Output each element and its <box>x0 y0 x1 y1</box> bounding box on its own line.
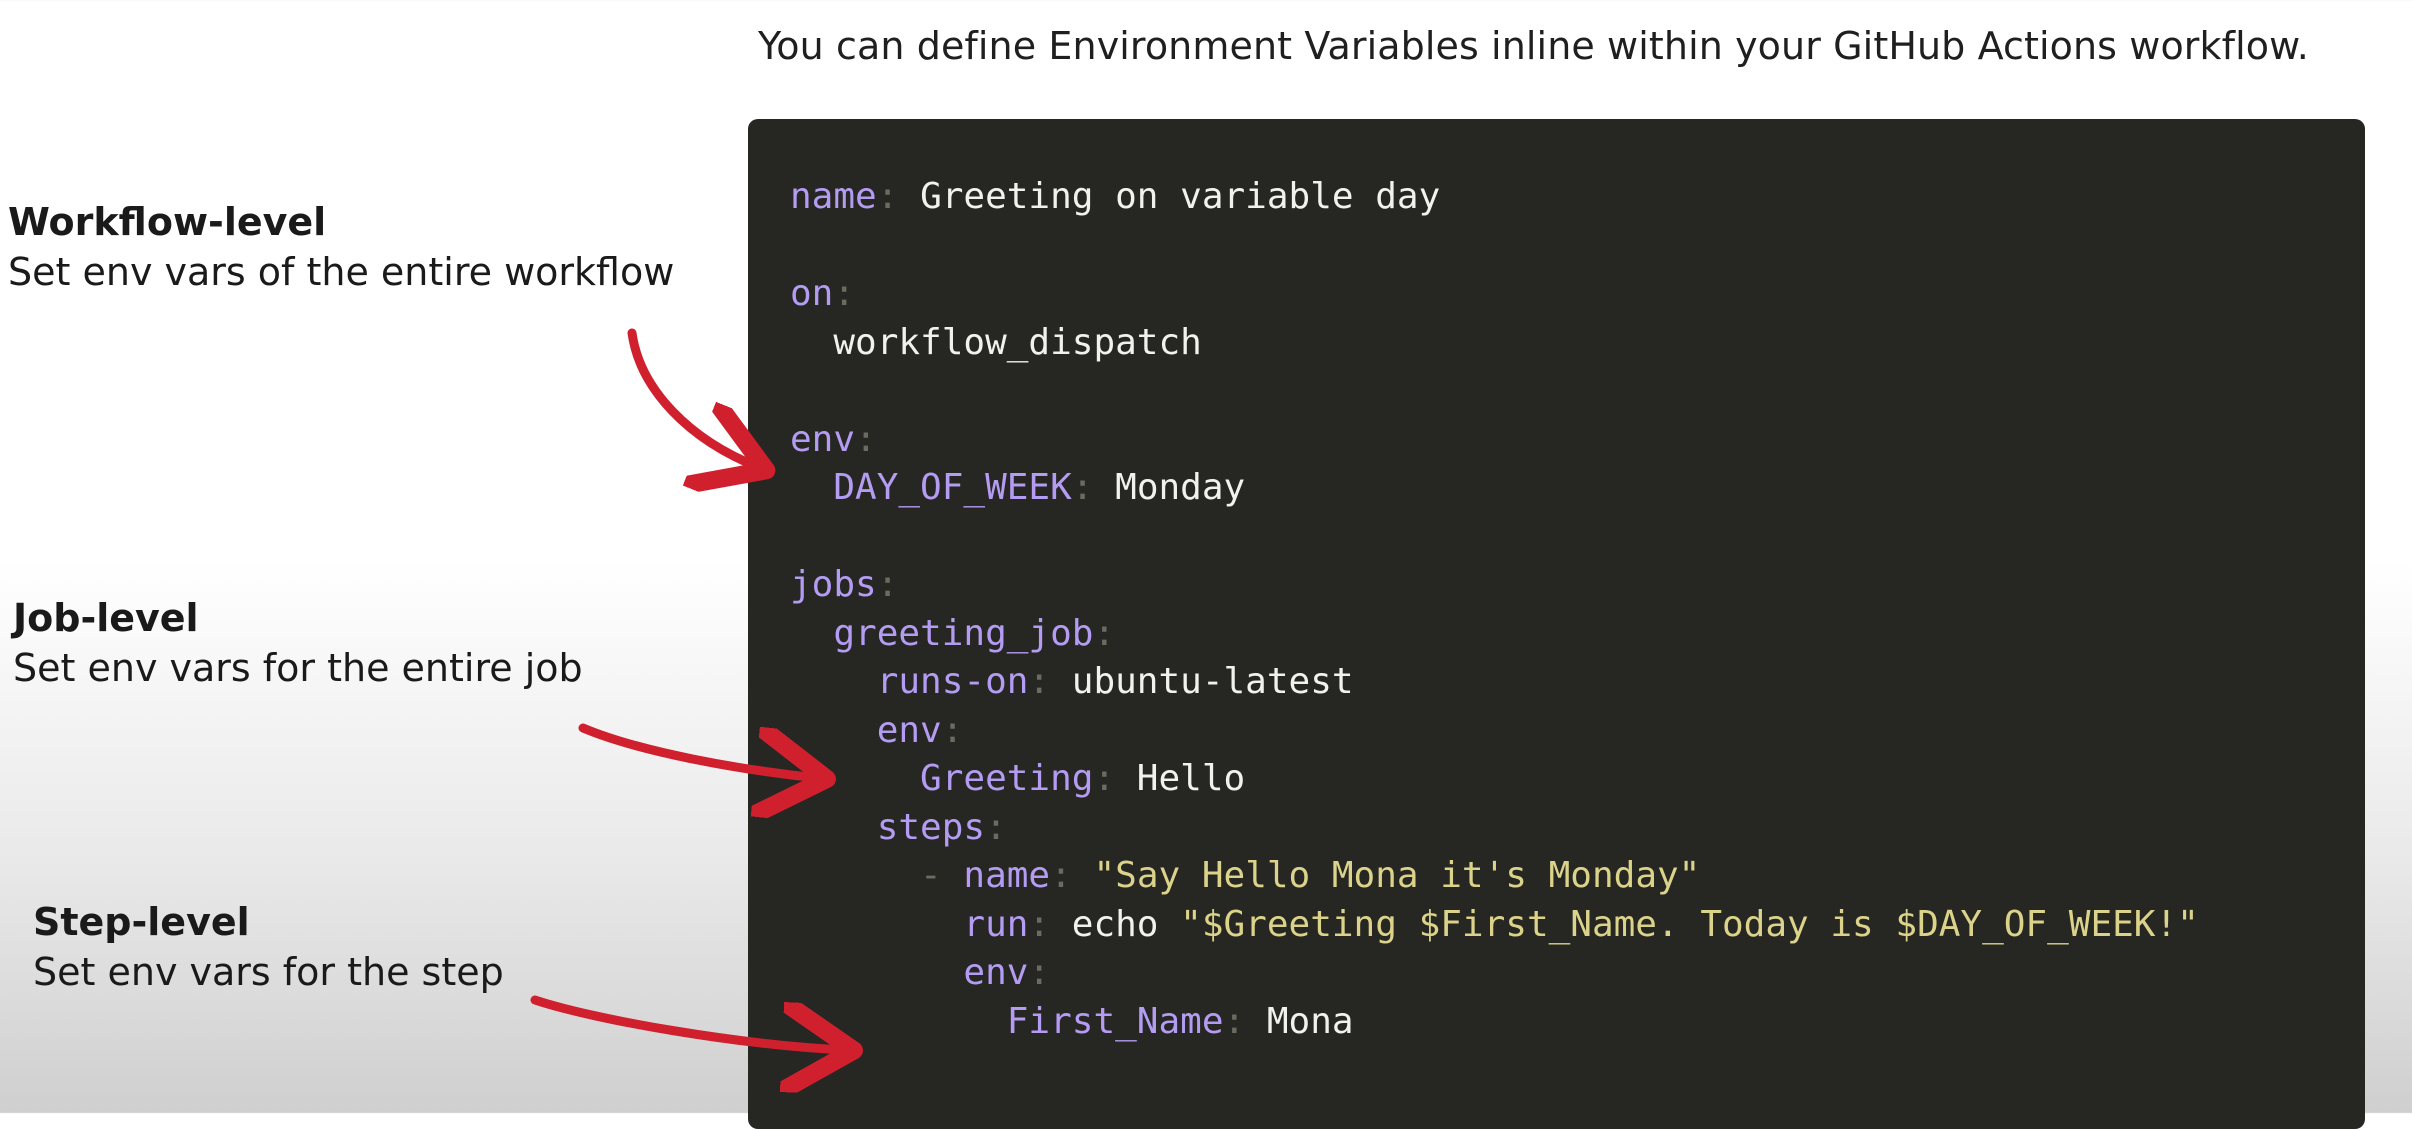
annotation-arrows <box>530 328 2412 1113</box>
job-arrow-icon <box>578 723 818 778</box>
workflow-arrow-icon <box>627 328 758 467</box>
step-arrow-icon <box>530 995 845 1050</box>
